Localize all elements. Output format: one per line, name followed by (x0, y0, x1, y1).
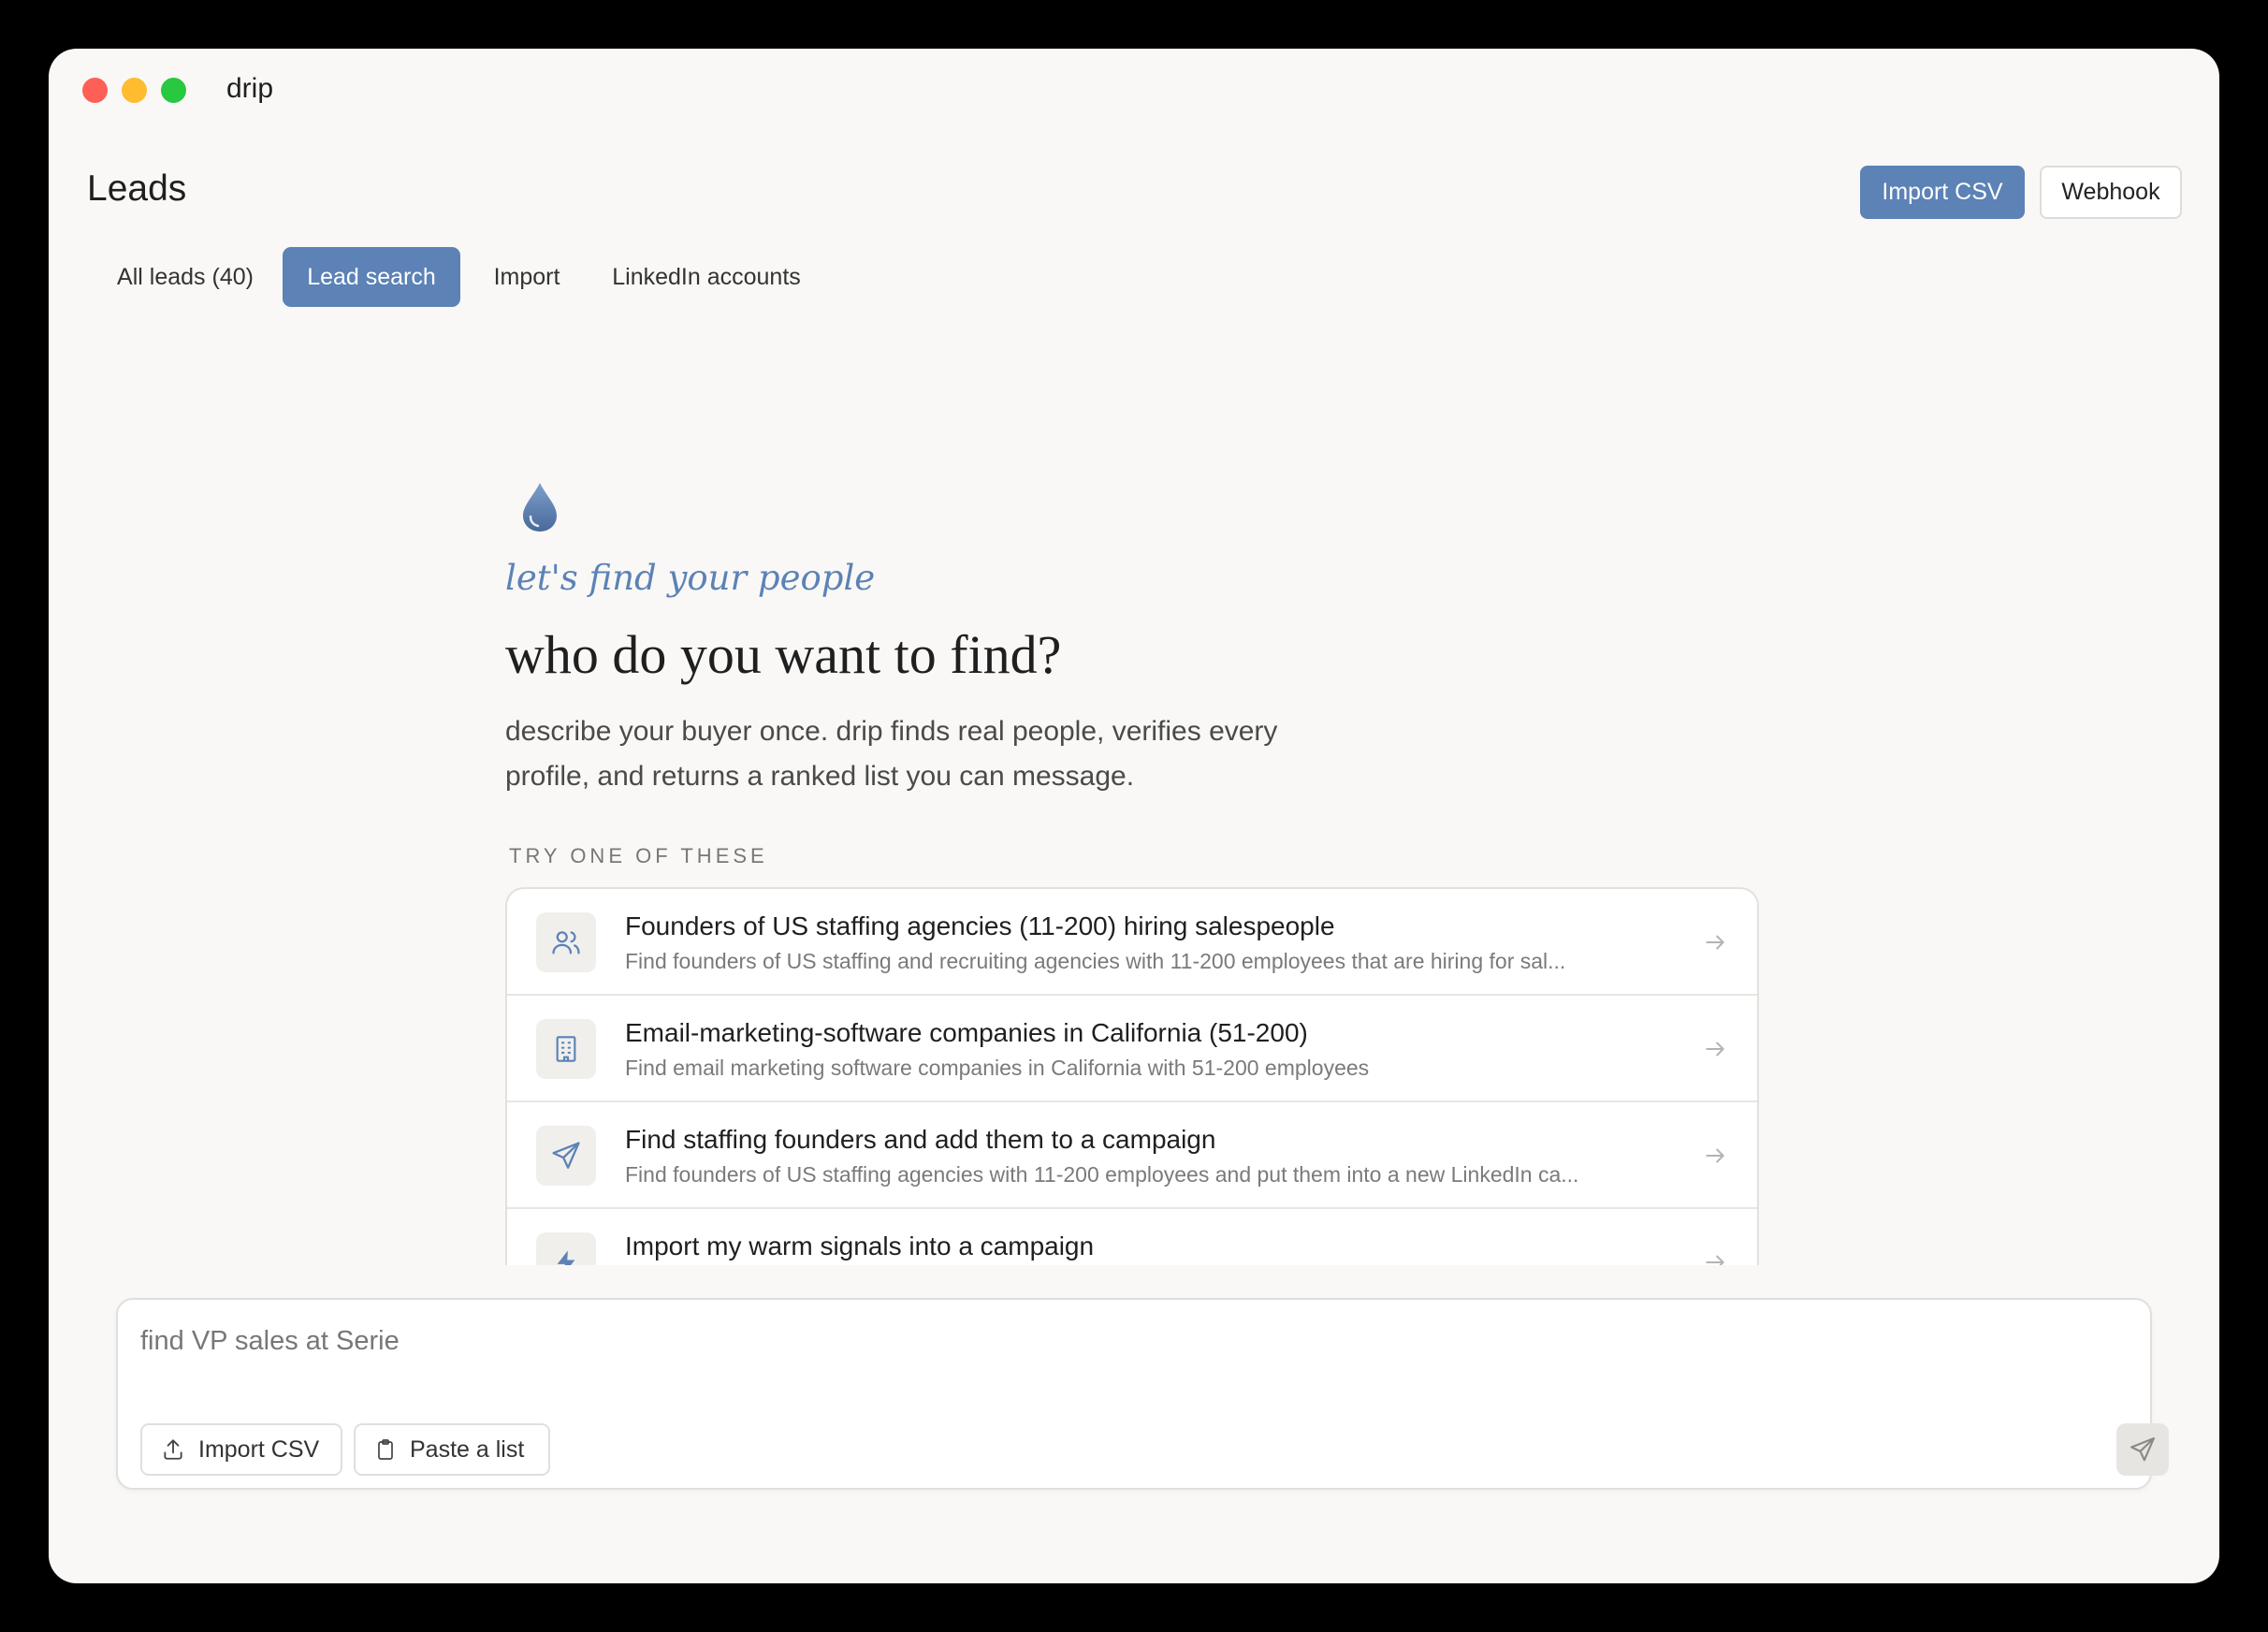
tab-linkedin-accounts[interactable]: LinkedIn accounts (601, 247, 812, 307)
suggestion-subtitle: Find founders of US staffing agencies wi… (625, 1162, 1579, 1187)
paste-list-chip-label: Paste a list (410, 1435, 525, 1463)
suggestion-item[interactable]: Email-marketing-software companies in Ca… (507, 996, 1757, 1102)
clipboard-icon (378, 1439, 393, 1460)
webhook-button[interactable]: Webhook (2040, 166, 2182, 219)
suggestion-subtitle: Find founders of US staffing and recruit… (625, 949, 1566, 973)
paste-list-chip[interactable]: Paste a list (354, 1423, 550, 1476)
suggestion-title: Find staffing founders and add them to a… (625, 1125, 1216, 1154)
suggestion-subtitle: Find email marketing software companies … (625, 1056, 1370, 1080)
title-bar: drip (49, 49, 2219, 176)
minimize-window-button[interactable] (122, 78, 147, 103)
maximize-window-button[interactable] (161, 78, 186, 103)
suggestion-item[interactable]: Founders of US staffing agencies (11-200… (507, 889, 1757, 996)
hero-description: describe your buyer once. drip finds rea… (505, 716, 1278, 792)
users-icon (536, 912, 596, 972)
import-csv-button[interactable]: Import CSV (1860, 166, 2025, 219)
tab-all-leads[interactable]: All leads (40) (109, 247, 262, 307)
suggestion-title: Email-marketing-software companies in Ca… (625, 1018, 1308, 1047)
send-icon (2130, 1437, 2155, 1462)
suggestions-label: TRY ONE OF THESE (509, 844, 768, 867)
suggestion-title: Import my warm signals into a campaign (625, 1231, 1095, 1260)
tab-lead-search[interactable]: Lead search (283, 247, 460, 307)
suggestion-item[interactable]: Import my warm signals into a campaign (507, 1209, 1757, 1265)
upload-icon (164, 1439, 182, 1460)
arrow-right-icon (1706, 935, 1724, 950)
arrow-right-icon (1706, 1255, 1724, 1265)
send-button[interactable] (2116, 1423, 2169, 1476)
hero-headline: who do you want to find? (505, 624, 1062, 685)
drop-icon (523, 483, 557, 532)
app-window: drip Leads Import CSV Webhook All leads … (49, 49, 2219, 1583)
page-title: Leads (87, 168, 187, 209)
bolt-icon (536, 1232, 596, 1265)
arrow-right-icon (1706, 1042, 1724, 1056)
search-input[interactable] (140, 1320, 1918, 1362)
suggestion-item[interactable]: Find staffing founders and add them to a… (507, 1102, 1757, 1209)
suggestion-title: Founders of US staffing agencies (11-200… (625, 911, 1335, 940)
search-composer: Import CSV Paste a list (116, 1298, 2169, 1490)
send-icon (536, 1126, 596, 1186)
tab-import[interactable]: Import (479, 247, 574, 307)
suggestion-list: Founders of US staffing agencies (11-200… (505, 887, 1759, 1265)
arrow-right-icon (1706, 1148, 1724, 1163)
import-csv-chip[interactable]: Import CSV (140, 1423, 342, 1476)
app-name: drip (226, 73, 274, 104)
close-window-button[interactable] (82, 78, 108, 103)
building-icon (536, 1019, 596, 1079)
import-csv-chip-label: Import CSV (198, 1435, 320, 1463)
hero-tagline: let's find your people (505, 558, 876, 598)
